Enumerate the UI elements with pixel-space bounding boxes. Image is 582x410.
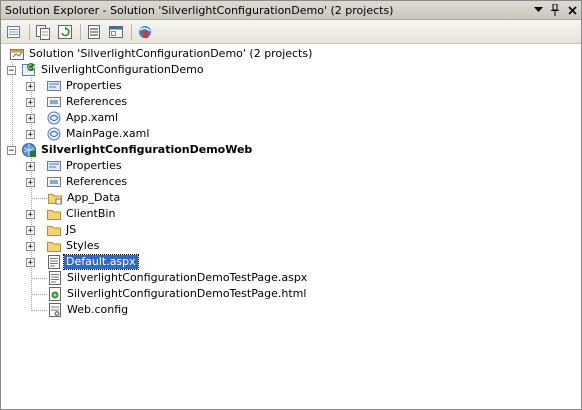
references-icon — [46, 174, 62, 190]
expand-toggle[interactable]: + — [26, 177, 35, 187]
config-file-icon — [47, 302, 63, 318]
expand-toggle[interactable]: + — [26, 209, 35, 219]
expand-toggle[interactable]: + — [26, 129, 35, 139]
tree-item-label: Properties — [66, 159, 122, 172]
toolbar-separator — [80, 23, 81, 40]
aspx-file-icon — [47, 270, 63, 286]
tree-item-label: Properties — [66, 79, 122, 92]
references-icon — [46, 94, 62, 110]
close-icon[interactable] — [564, 2, 580, 18]
special-folder-icon — [47, 190, 63, 206]
collapse-toggle[interactable]: − — [7, 145, 16, 155]
tree-item-app-data[interactable]: App_Data — [47, 190, 122, 206]
svg-text:C#: C# — [28, 64, 37, 71]
tree-item-label: App_Data — [67, 191, 121, 204]
tree-item-label: Web.config — [67, 303, 129, 316]
web-project-icon — [21, 142, 37, 158]
solution-explorer-window: Solution Explorer - Solution 'Silverligh… — [0, 0, 582, 410]
solution-node[interactable]: Solution 'SilverlightConfigurationDemo' … — [9, 46, 314, 62]
tree-item-label: ClientBin — [66, 207, 116, 220]
tree-item-label: Styles — [66, 239, 100, 252]
expand-toggle[interactable]: + — [26, 241, 35, 251]
tree-item-label: References — [66, 175, 128, 188]
refresh-icon[interactable] — [55, 22, 75, 42]
collapse-toggle[interactable]: − — [7, 65, 16, 75]
expand-toggle[interactable]: + — [26, 257, 35, 267]
tree-connector — [31, 278, 47, 279]
tree-item-default-aspx[interactable]: + Default.aspx — [26, 254, 139, 270]
dropdown-icon[interactable] — [530, 2, 546, 18]
solution-label: Solution 'SilverlightConfigurationDemo' … — [29, 47, 313, 60]
properties-icon[interactable] — [4, 22, 24, 42]
tree-item-app-xaml[interactable]: + App.xaml — [26, 110, 120, 126]
silverlight-project-icon: C# — [21, 62, 37, 78]
show-all-files-icon[interactable] — [33, 22, 53, 42]
tree-item-properties-2[interactable]: + Properties — [26, 158, 124, 174]
folder-icon — [46, 222, 62, 238]
tree-item-web-config[interactable]: Web.config — [47, 302, 130, 318]
window-title: Solution Explorer - Solution 'Silverligh… — [5, 3, 394, 17]
tree-item-label-selected: Default.aspx — [63, 254, 139, 270]
expand-toggle[interactable]: + — [26, 81, 35, 91]
tree-item-mainpage-xaml[interactable]: + MainPage.xaml — [26, 126, 151, 142]
expand-toggle[interactable]: + — [26, 225, 35, 235]
xaml-file-icon — [46, 110, 62, 126]
aspx-file-icon — [46, 254, 62, 270]
expand-toggle[interactable]: + — [26, 161, 35, 171]
expand-toggle[interactable]: + — [26, 97, 35, 107]
tree-item-label: App.xaml — [66, 111, 119, 124]
folder-icon — [46, 238, 62, 254]
properties-folder-icon — [46, 78, 62, 94]
tree-item-label: JS — [66, 223, 77, 236]
tree-connector — [31, 198, 47, 199]
project-1-label: SilverlightConfigurationDemo — [41, 63, 204, 76]
pin-icon[interactable] — [547, 2, 563, 18]
view-code-icon[interactable] — [84, 22, 104, 42]
title-bar: Solution Explorer - Solution 'Silverligh… — [1, 1, 581, 20]
tree-item-clientbin[interactable]: + ClientBin — [26, 206, 117, 222]
solution-tree: Solution 'SilverlightConfigurationDemo' … — [1, 45, 581, 409]
project-node-2[interactable]: − SilverlightConfigurationDemoWeb — [7, 142, 254, 158]
xaml-file-icon — [46, 126, 62, 142]
tree-item-styles[interactable]: + Styles — [26, 238, 101, 254]
expand-toggle[interactable]: + — [26, 113, 35, 123]
properties-folder-icon — [46, 158, 62, 174]
view-designer-icon[interactable] — [106, 22, 126, 42]
tree-connector — [31, 310, 47, 311]
solution-icon — [9, 46, 25, 62]
tree-item-testpage-html[interactable]: SilverlightConfigurationDemoTestPage.htm… — [47, 286, 308, 302]
toolbar — [1, 20, 581, 44]
tree-item-label: MainPage.xaml — [66, 127, 150, 140]
project-node-1[interactable]: − C# SilverlightConfigurationDemo — [7, 62, 206, 78]
tree-item-js[interactable]: + JS — [26, 222, 78, 238]
tree-item-testpage-aspx[interactable]: SilverlightConfigurationDemoTestPage.asp… — [47, 270, 309, 286]
tree-connector — [31, 294, 47, 295]
tree-item-properties-1[interactable]: + Properties — [26, 78, 124, 94]
folder-icon — [46, 206, 62, 222]
html-file-icon — [47, 286, 63, 302]
tree-item-label: SilverlightConfigurationDemoTestPage.htm… — [67, 287, 307, 300]
tree-item-label: SilverlightConfigurationDemoTestPage.asp… — [67, 271, 308, 284]
toolbar-separator — [131, 23, 132, 40]
silverlight-icon[interactable] — [135, 22, 155, 42]
tree-item-references-1[interactable]: + References — [26, 94, 129, 110]
tree-item-label: References — [66, 95, 128, 108]
toolbar-separator — [29, 23, 30, 40]
tree-item-references-2[interactable]: + References — [26, 174, 129, 190]
project-2-label: SilverlightConfigurationDemoWeb — [41, 143, 253, 156]
